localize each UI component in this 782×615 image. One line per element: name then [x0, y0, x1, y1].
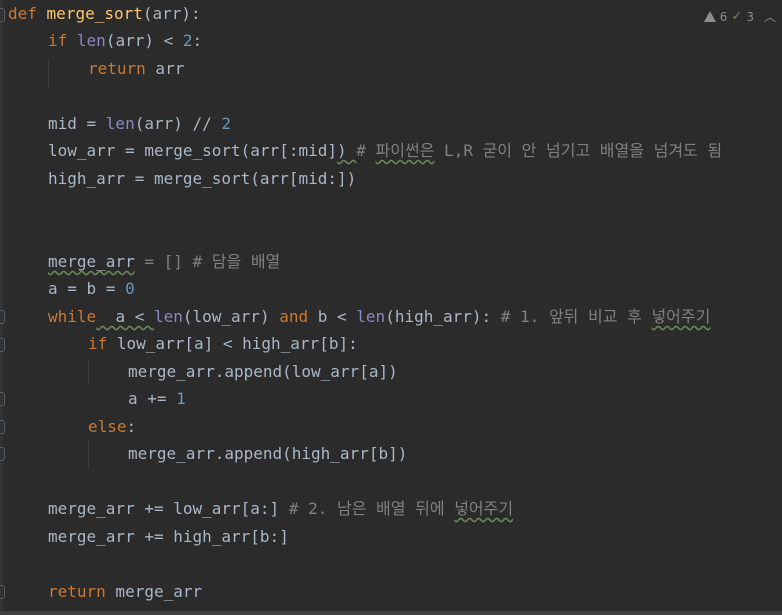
code-line[interactable]: merge_arr += low_arr[a:] # 2. 남은 배열 뒤에 넣… — [48, 495, 513, 522]
builtin-len: len — [356, 307, 386, 326]
code-line[interactable]: else: — [88, 413, 136, 440]
code-text: a = b = — [48, 279, 126, 298]
keyword-return: return — [48, 582, 106, 601]
builtin-len: len — [105, 114, 135, 133]
fold-marker-icon[interactable] — [0, 447, 5, 461]
code-editor[interactable]: 6 ✓ 3 ︿ def merge_sort(arr): if len(arr)… — [0, 0, 782, 615]
warnings-count: 6 — [719, 9, 728, 24]
indent-guide — [48, 60, 49, 87]
inspection-widget[interactable]: 6 ✓ 3 ︿ — [703, 8, 776, 25]
gutter — [0, 0, 3, 615]
function-name: merge_sort — [46, 4, 143, 23]
keyword-if: if — [48, 31, 68, 50]
code-text: (arr) < — [105, 31, 183, 50]
builtin-len: len — [76, 31, 106, 50]
code-text: high_arr = merge_sort(arr[mid:]) — [48, 169, 357, 188]
code-line[interactable]: def merge_sort(arr): — [8, 0, 201, 27]
code-line[interactable]: return arr — [88, 55, 184, 82]
code-line[interactable]: merge_arr.append(high_arr[b]) — [128, 440, 407, 467]
number-literal: 2 — [221, 114, 232, 133]
number-literal: 2 — [182, 31, 193, 50]
comment: 파이썬은 — [375, 141, 435, 160]
code-text: low_arr = merge_sort(arr[:mid] — [48, 141, 337, 160]
weak-warnings-count: 3 — [746, 9, 754, 24]
comment: L,R 굳이 안 넘기고 배열을 넘겨도 됨 — [434, 141, 723, 160]
code-text: : — [192, 31, 203, 50]
keyword-return: return — [88, 59, 146, 78]
comment: = [] # 담을 배열 — [134, 252, 281, 271]
comment: # 1. 앞뒤 비교 후 — [491, 307, 652, 326]
code-line[interactable]: high_arr = merge_sort(arr[mid:]) — [48, 165, 356, 192]
code-line[interactable]: merge_arr += high_arr[b:] — [48, 523, 289, 550]
number-literal: 1 — [176, 389, 186, 408]
fold-marker-icon[interactable] — [0, 392, 5, 406]
code-text: (arr) // — [134, 114, 222, 133]
code-text: (low_arr) — [182, 307, 280, 326]
code-text: a < — [96, 307, 154, 326]
indent-guide — [88, 440, 89, 468]
fold-marker-icon[interactable] — [0, 8, 5, 22]
code-text: a += — [128, 389, 177, 408]
code-line[interactable]: merge_arr = [] # 담을 배열 — [48, 248, 280, 275]
code-text: merge_arr — [48, 252, 135, 271]
code-text: b < — [308, 307, 357, 326]
warning-icon — [703, 11, 716, 22]
comment: 넣어주기 — [651, 307, 711, 326]
code-text: (arr): — [142, 4, 201, 23]
bottom-edge — [0, 611, 782, 615]
code-line[interactable]: if low_arr[a] < high_arr[b]: — [88, 330, 358, 357]
keyword-while: while — [48, 307, 97, 326]
fold-marker-icon[interactable] — [0, 310, 5, 324]
indent-guide — [88, 358, 89, 386]
code-line[interactable]: low_arr = merge_sort(arr[:mid]) # 파이썬은 L… — [48, 137, 722, 164]
comment: # 2. 남은 배열 뒤에 — [279, 499, 455, 518]
code-text: ) — [336, 141, 347, 160]
code-line[interactable]: a += 1 — [128, 385, 186, 412]
keyword-def: def — [8, 4, 37, 23]
comment: 넣어주기 — [454, 499, 514, 518]
code-text: merge_arr — [105, 582, 203, 601]
code-text: merge_arr += high_arr[b:] — [48, 527, 289, 546]
code-line[interactable]: merge_arr.append(low_arr[a]) — [128, 358, 398, 385]
chevron-up-icon[interactable]: ︿ — [764, 8, 776, 25]
code-line[interactable]: while a < len(low_arr) and b < len(high_… — [48, 303, 710, 330]
keyword-else: else — [88, 417, 127, 436]
keyword-if: if — [88, 334, 108, 353]
code-text: : — [126, 417, 137, 436]
fold-marker-icon[interactable] — [0, 338, 5, 352]
code-line[interactable]: if len(arr) < 2: — [48, 27, 202, 54]
code-text: low_arr[a] < high_arr[b]: — [107, 334, 358, 353]
fold-marker-icon[interactable] — [0, 585, 5, 599]
fold-marker-icon[interactable] — [0, 420, 5, 434]
code-text: merge_arr.append(high_arr[b]) — [128, 444, 408, 463]
keyword-and: and — [279, 307, 309, 326]
comment: # — [356, 141, 376, 160]
code-line[interactable]: mid = len(arr) // 2 — [48, 110, 231, 137]
check-icon: ✓ — [731, 9, 743, 24]
code-text: (high_arr): — [385, 307, 492, 326]
code-line[interactable]: return merge_arr — [48, 578, 202, 605]
builtin-len: len — [153, 307, 183, 326]
code-text: mid = — [48, 114, 106, 133]
code-text: arr — [145, 59, 185, 78]
code-text: merge_arr += low_arr[a:] — [48, 499, 280, 518]
code-line[interactable]: a = b = 0 — [48, 275, 135, 302]
number-literal: 0 — [125, 279, 135, 298]
code-text: merge_arr.append(low_arr[a]) — [128, 362, 398, 381]
